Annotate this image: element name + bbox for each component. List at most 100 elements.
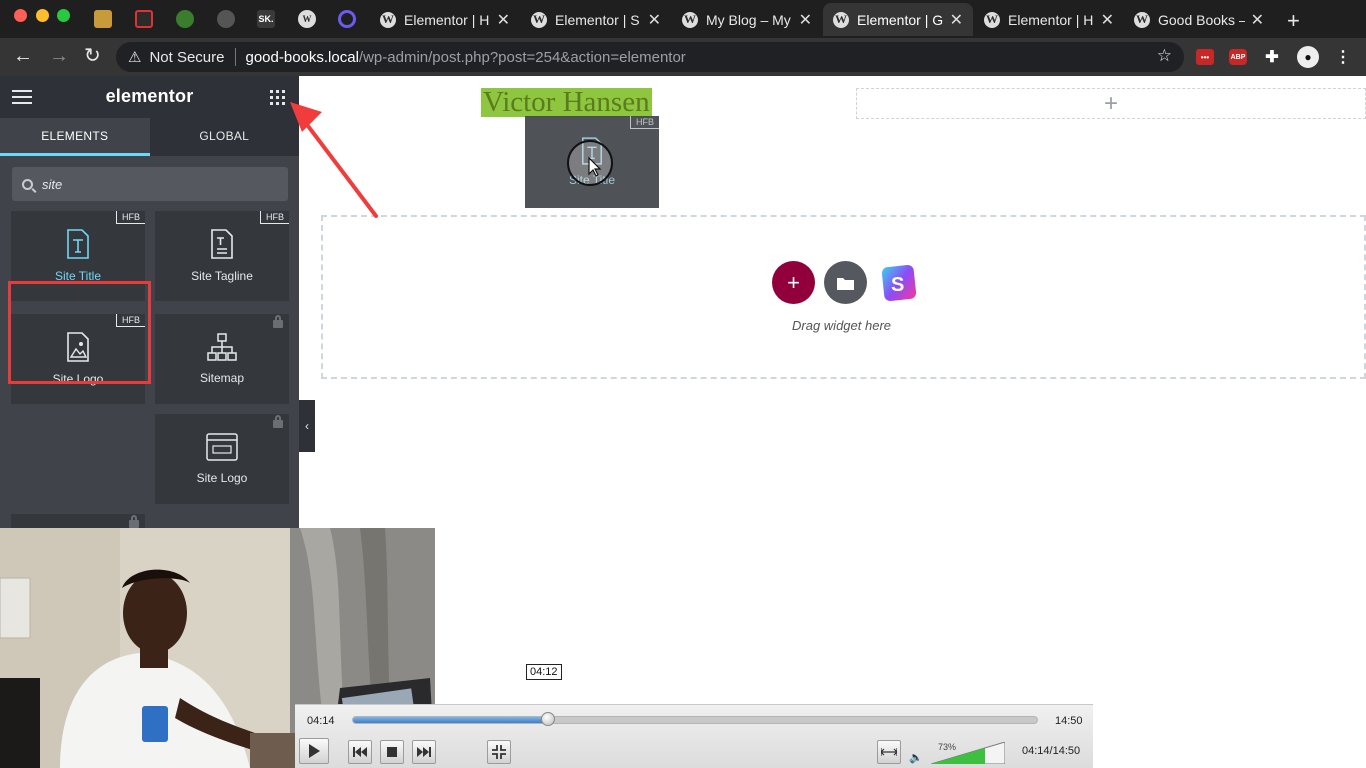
- tab-title: Elementor | H: [1008, 11, 1094, 28]
- widget-label: Sitemap: [199, 371, 245, 385]
- maximize-window-button[interactable]: [57, 9, 70, 22]
- tab-title: Elementor | H: [404, 11, 490, 28]
- play-icon: [309, 744, 320, 758]
- close-tab-icon[interactable]: ✕: [648, 10, 661, 30]
- close-window-button[interactable]: [14, 9, 27, 22]
- widget-search-box[interactable]: [12, 167, 288, 201]
- security-label[interactable]: Not Secure: [149, 49, 224, 66]
- play-button[interactable]: [299, 738, 329, 764]
- site-logo-pro-icon: [206, 433, 238, 461]
- pinned-tab-2[interactable]: [133, 8, 155, 30]
- new-tab-button[interactable]: +: [1287, 8, 1300, 34]
- profile-avatar[interactable]: ●: [1297, 46, 1319, 68]
- stop-button[interactable]: [380, 740, 404, 764]
- site-title-icon: [67, 229, 89, 259]
- fullscreen-exit-icon: [492, 745, 506, 759]
- browser-tab-strip: SK. W W Elementor | H ✕ W Elementor | S …: [0, 0, 1366, 38]
- total-time: 14:50: [1055, 715, 1083, 727]
- wordpress-icon: W: [531, 11, 547, 28]
- add-section-button[interactable]: +: [772, 261, 815, 304]
- widget-site-tagline[interactable]: HFB Site Tagline: [155, 211, 289, 301]
- next-button[interactable]: [412, 740, 436, 764]
- panel-header: elementor: [0, 76, 299, 118]
- close-tab-icon[interactable]: ✕: [1101, 10, 1114, 30]
- extension-red-icon[interactable]: •••: [1196, 49, 1214, 65]
- chrome-menu-icon[interactable]: ⋮: [1334, 49, 1352, 66]
- sitemap-icon: [207, 333, 237, 361]
- lock-icon: [273, 415, 283, 428]
- lock-icon: [273, 315, 283, 328]
- tab-global[interactable]: GLOBAL: [150, 118, 300, 156]
- bookmark-star-icon[interactable]: ☆: [1157, 46, 1172, 66]
- widget-sitemap[interactable]: Sitemap: [155, 314, 289, 404]
- svg-text:S: S: [891, 274, 904, 296]
- seek-knob[interactable]: [540, 712, 555, 726]
- starter-templates-button[interactable]: S: [877, 261, 920, 304]
- wordpress-icon: W: [682, 11, 698, 28]
- starter-templates-icon: S: [881, 264, 916, 301]
- adblock-plus-icon[interactable]: ABP: [1229, 49, 1247, 65]
- pinned-tab-7-icon: [338, 10, 356, 28]
- next-icon: [417, 747, 431, 757]
- widget-search-input[interactable]: [42, 176, 272, 192]
- pinned-tab-1[interactable]: [92, 8, 114, 30]
- minimize-window-button[interactable]: [36, 9, 49, 22]
- browser-tab-5[interactable]: W Elementor | H ✕: [974, 3, 1124, 36]
- close-tab-icon[interactable]: ✕: [950, 10, 963, 30]
- close-tab-icon[interactable]: ✕: [1251, 10, 1264, 30]
- browser-tab-6[interactable]: W Good Books – ✕: [1124, 3, 1274, 36]
- browser-toolbar: ← → ↻ ⚠ Not Secure good-books.local/wp-a…: [0, 38, 1366, 76]
- search-icon: [22, 178, 33, 190]
- browser-tab-4[interactable]: W Elementor | G ✕: [823, 3, 973, 36]
- wordpress-icon: W: [298, 10, 316, 28]
- stop-icon: [387, 747, 397, 757]
- site-title-heading[interactable]: Victor Hansen: [481, 88, 652, 117]
- browser-tab-3[interactable]: W My Blog – My ✕: [672, 3, 822, 36]
- pinned-tab-6[interactable]: W: [296, 8, 318, 30]
- pinned-tab-4[interactable]: [215, 8, 237, 30]
- widget-label: Site Logo: [196, 471, 248, 485]
- tab-title: Elementor | G: [857, 11, 944, 28]
- address-bar[interactable]: ⚠ Not Secure good-books.local/wp-admin/p…: [116, 42, 1184, 72]
- cursor-icon: [588, 156, 602, 177]
- tab-elements[interactable]: ELEMENTS: [0, 118, 150, 156]
- tab-title: My Blog – My: [706, 11, 791, 28]
- browser-tab-2[interactable]: W Elementor | S ✕: [521, 3, 671, 36]
- panel-collapse-button[interactable]: ‹: [299, 400, 315, 452]
- wordpress-icon: W: [1134, 11, 1150, 28]
- time-readout: 04:14/14:50: [1022, 745, 1081, 757]
- drag-widget-text: Drag widget here: [792, 318, 891, 333]
- previous-button[interactable]: [348, 740, 372, 764]
- widget-site-logo-pro[interactable]: Site Logo: [155, 414, 289, 504]
- highlight-box-annotation: [8, 281, 151, 384]
- wordpress-icon: W: [833, 11, 849, 28]
- pinned-tab-1-icon: [94, 10, 112, 28]
- current-time: 04:14: [307, 715, 335, 727]
- url-path: /wp-admin/post.php?post=254&action=eleme…: [358, 48, 686, 66]
- panel-tabs: ELEMENTS GLOBAL: [0, 118, 299, 156]
- back-button[interactable]: ←: [13, 45, 33, 67]
- address-divider: [234, 48, 236, 66]
- speaker-icon[interactable]: 🔈: [909, 751, 923, 764]
- elementor-panel: elementor ELEMENTS GLOBAL HFB Site Title…: [0, 76, 299, 534]
- add-template-button[interactable]: [824, 261, 867, 304]
- pinned-tab-7[interactable]: [336, 8, 358, 30]
- reload-button[interactable]: ↻: [84, 45, 101, 67]
- close-tab-icon[interactable]: ✕: [799, 10, 812, 30]
- pinned-tab-5[interactable]: SK.: [255, 8, 277, 30]
- widget-label: Site Tagline: [191, 269, 253, 283]
- cursor-highlight: [567, 140, 613, 186]
- aspect-ratio-button[interactable]: [877, 740, 901, 764]
- close-tab-icon[interactable]: ✕: [497, 10, 510, 30]
- seek-bar[interactable]: [352, 712, 1038, 726]
- browser-tab-1[interactable]: W Elementor | H ✕: [370, 3, 520, 36]
- aspect-ratio-icon: [881, 748, 897, 756]
- forward-button[interactable]: →: [49, 45, 69, 67]
- tab-title: Elementor | S: [555, 11, 640, 28]
- pinned-tab-4-icon: [217, 10, 235, 28]
- add-section-plus-icon[interactable]: +: [856, 88, 1366, 119]
- fullscreen-exit-button[interactable]: [487, 740, 511, 764]
- seek-tooltip: 04:12: [526, 664, 562, 680]
- pinned-tab-3[interactable]: [174, 8, 196, 30]
- extensions-puzzle-icon[interactable]: ✚: [1263, 49, 1281, 66]
